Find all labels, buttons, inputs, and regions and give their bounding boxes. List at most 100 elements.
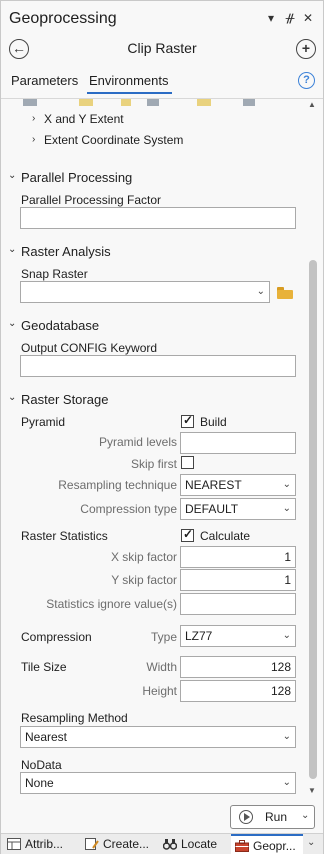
close-icon[interactable]: ✕ [301, 10, 315, 26]
calculate-checkbox[interactable] [181, 527, 194, 542]
tab-create-features-label: Create... [103, 837, 150, 851]
chevron-down-icon: ⌄ [282, 479, 291, 490]
play-icon [239, 810, 253, 824]
resampling-method-value: Nearest [25, 730, 68, 744]
height-label: Height [142, 684, 177, 698]
config-keyword-label: Output CONFIG Keyword [21, 341, 158, 355]
help-icon[interactable]: ? [298, 72, 315, 89]
chevron-down-icon: ⌄ [282, 630, 291, 641]
parallel-factor-input[interactable] [20, 207, 296, 229]
config-keyword-input[interactable] [20, 355, 296, 377]
build-label: Build [200, 415, 227, 429]
pin-icon[interactable]: ᚌ [283, 10, 297, 26]
x-skip-factor-input[interactable]: 1 [180, 546, 296, 568]
x-skip-factor-label: X skip factor [110, 550, 177, 564]
chevron-down-icon: ⌄ [282, 503, 291, 514]
run-button[interactable]: Run ⌄ [230, 805, 315, 829]
scroll-down-icon[interactable]: ▼ [306, 786, 318, 798]
pyramid-levels-input[interactable] [180, 432, 296, 454]
chevron-down-icon: ⌄ [282, 731, 291, 742]
extent-tool-icon[interactable] [23, 99, 37, 106]
compression-type-lz-select[interactable]: LZ77 ⌄ [180, 625, 296, 647]
chevron-down-icon[interactable]: ⌄ [8, 318, 16, 329]
tab-attributes-label: Attrib... [25, 837, 64, 851]
extent-tool-icon[interactable] [197, 99, 211, 106]
chevron-down-icon[interactable]: ▾ [264, 10, 278, 26]
chevron-right-icon[interactable]: › [32, 113, 35, 124]
tab-locate[interactable]: Locate [159, 834, 227, 854]
add-icon[interactable]: + [296, 39, 316, 59]
run-button-label: Run [265, 810, 288, 824]
tab-environments[interactable]: Environments [89, 73, 168, 88]
tile-height-input[interactable]: 128 [180, 680, 296, 702]
run-bar: Run ⌄ [1, 801, 323, 831]
resampling-method-label: Resampling Method [21, 711, 128, 725]
chevron-down-icon[interactable]: ⌄ [8, 244, 16, 255]
compression-label: Compression [21, 630, 92, 644]
snap-raster-select[interactable]: ⌄ [20, 281, 270, 303]
resampling-technique-label: Resampling technique [58, 478, 177, 492]
snap-raster-label: Snap Raster [21, 267, 88, 281]
binoculars-icon [163, 839, 177, 850]
compression-type-value: DEFAULT [185, 502, 239, 516]
geoprocessing-pane: Geoprocessing ▾ ᚌ ✕ ← Clip Raster + Para… [0, 0, 324, 854]
tab-parameters[interactable]: Parameters [11, 73, 78, 88]
nodata-select[interactable]: None ⌄ [20, 772, 296, 794]
bottom-tab-strip: Attrib... Create... Locate Geopr... ⌄ [1, 833, 323, 854]
parallel-processing-header[interactable]: Parallel Processing [21, 170, 132, 185]
extent-coordinate-system-label[interactable]: Extent Coordinate System [44, 133, 183, 147]
chevron-down-icon[interactable]: ⌄ [301, 810, 309, 821]
chevron-down-icon[interactable]: ⌄ [8, 392, 16, 403]
nodata-label: NoData [21, 758, 62, 772]
skip-first-checkbox[interactable] [181, 456, 194, 469]
raster-storage-header[interactable]: Raster Storage [21, 392, 108, 407]
y-skip-factor-label: Y skip factor [111, 573, 177, 587]
resampling-method-select[interactable]: Nearest ⌄ [20, 726, 296, 748]
x-and-y-extent-label[interactable]: X and Y Extent [44, 112, 124, 126]
raster-analysis-header[interactable]: Raster Analysis [21, 244, 111, 259]
tab-geoprocessing-label: Geopr... [253, 839, 296, 853]
tab-geoprocessing[interactable]: Geopr... [231, 834, 303, 854]
tile-size-label: Tile Size [21, 660, 67, 674]
tab-create-features[interactable]: Create... [81, 834, 155, 854]
active-tab-indicator [87, 92, 172, 94]
compression-type-label: Compression type [80, 502, 177, 516]
chevron-down-icon[interactable]: ⌄ [307, 837, 315, 848]
resampling-technique-select[interactable]: NEAREST ⌄ [180, 474, 296, 496]
tool-title: Clip Raster [127, 40, 197, 56]
environments-content: › X and Y Extent › Extent Coordinate Sys… [1, 98, 323, 800]
chevron-right-icon[interactable]: › [32, 134, 35, 145]
extent-tool-icon[interactable] [79, 99, 93, 106]
geodatabase-header[interactable]: Geodatabase [21, 318, 99, 333]
vertical-scrollbar[interactable]: ▲ ▼ [306, 98, 318, 800]
pyramid-levels-label: Pyramid levels [98, 435, 177, 449]
y-skip-factor-input[interactable]: 1 [180, 569, 296, 591]
scrollbar-thumb[interactable] [309, 260, 317, 779]
extent-tool-icon[interactable] [121, 99, 131, 106]
folder-icon[interactable] [277, 287, 293, 299]
extent-tool-icon[interactable] [147, 99, 159, 106]
toolbox-icon [235, 840, 249, 852]
pane-title: Geoprocessing [9, 10, 117, 27]
raster-statistics-label: Raster Statistics [21, 529, 108, 543]
extent-tool-icon[interactable] [243, 99, 255, 106]
tab-attributes[interactable]: Attrib... [3, 834, 77, 854]
scroll-up-icon[interactable]: ▲ [306, 100, 318, 112]
compression-type-select[interactable]: DEFAULT ⌄ [180, 498, 296, 520]
extent-toolbar-strip [21, 99, 261, 107]
statistics-ignore-input[interactable] [180, 593, 296, 615]
chevron-down-icon: ⌄ [282, 777, 291, 788]
build-checkbox[interactable] [181, 413, 194, 428]
chevron-down-icon: ⌄ [256, 286, 265, 297]
pyramid-label: Pyramid [21, 415, 66, 429]
tool-header: ← Clip Raster + [1, 37, 323, 67]
nodata-value: None [25, 776, 54, 790]
tile-width-input[interactable]: 128 [180, 656, 296, 678]
compression-type-lz-value: LZ77 [185, 629, 213, 643]
tab-locate-label: Locate [181, 837, 218, 851]
width-label: Width [146, 660, 177, 674]
parallel-factor-label: Parallel Processing Factor [21, 193, 162, 207]
resampling-technique-value: NEAREST [185, 478, 242, 492]
chevron-down-icon[interactable]: ⌄ [8, 170, 16, 181]
tool-tabs: Parameters Environments ? [1, 71, 323, 97]
